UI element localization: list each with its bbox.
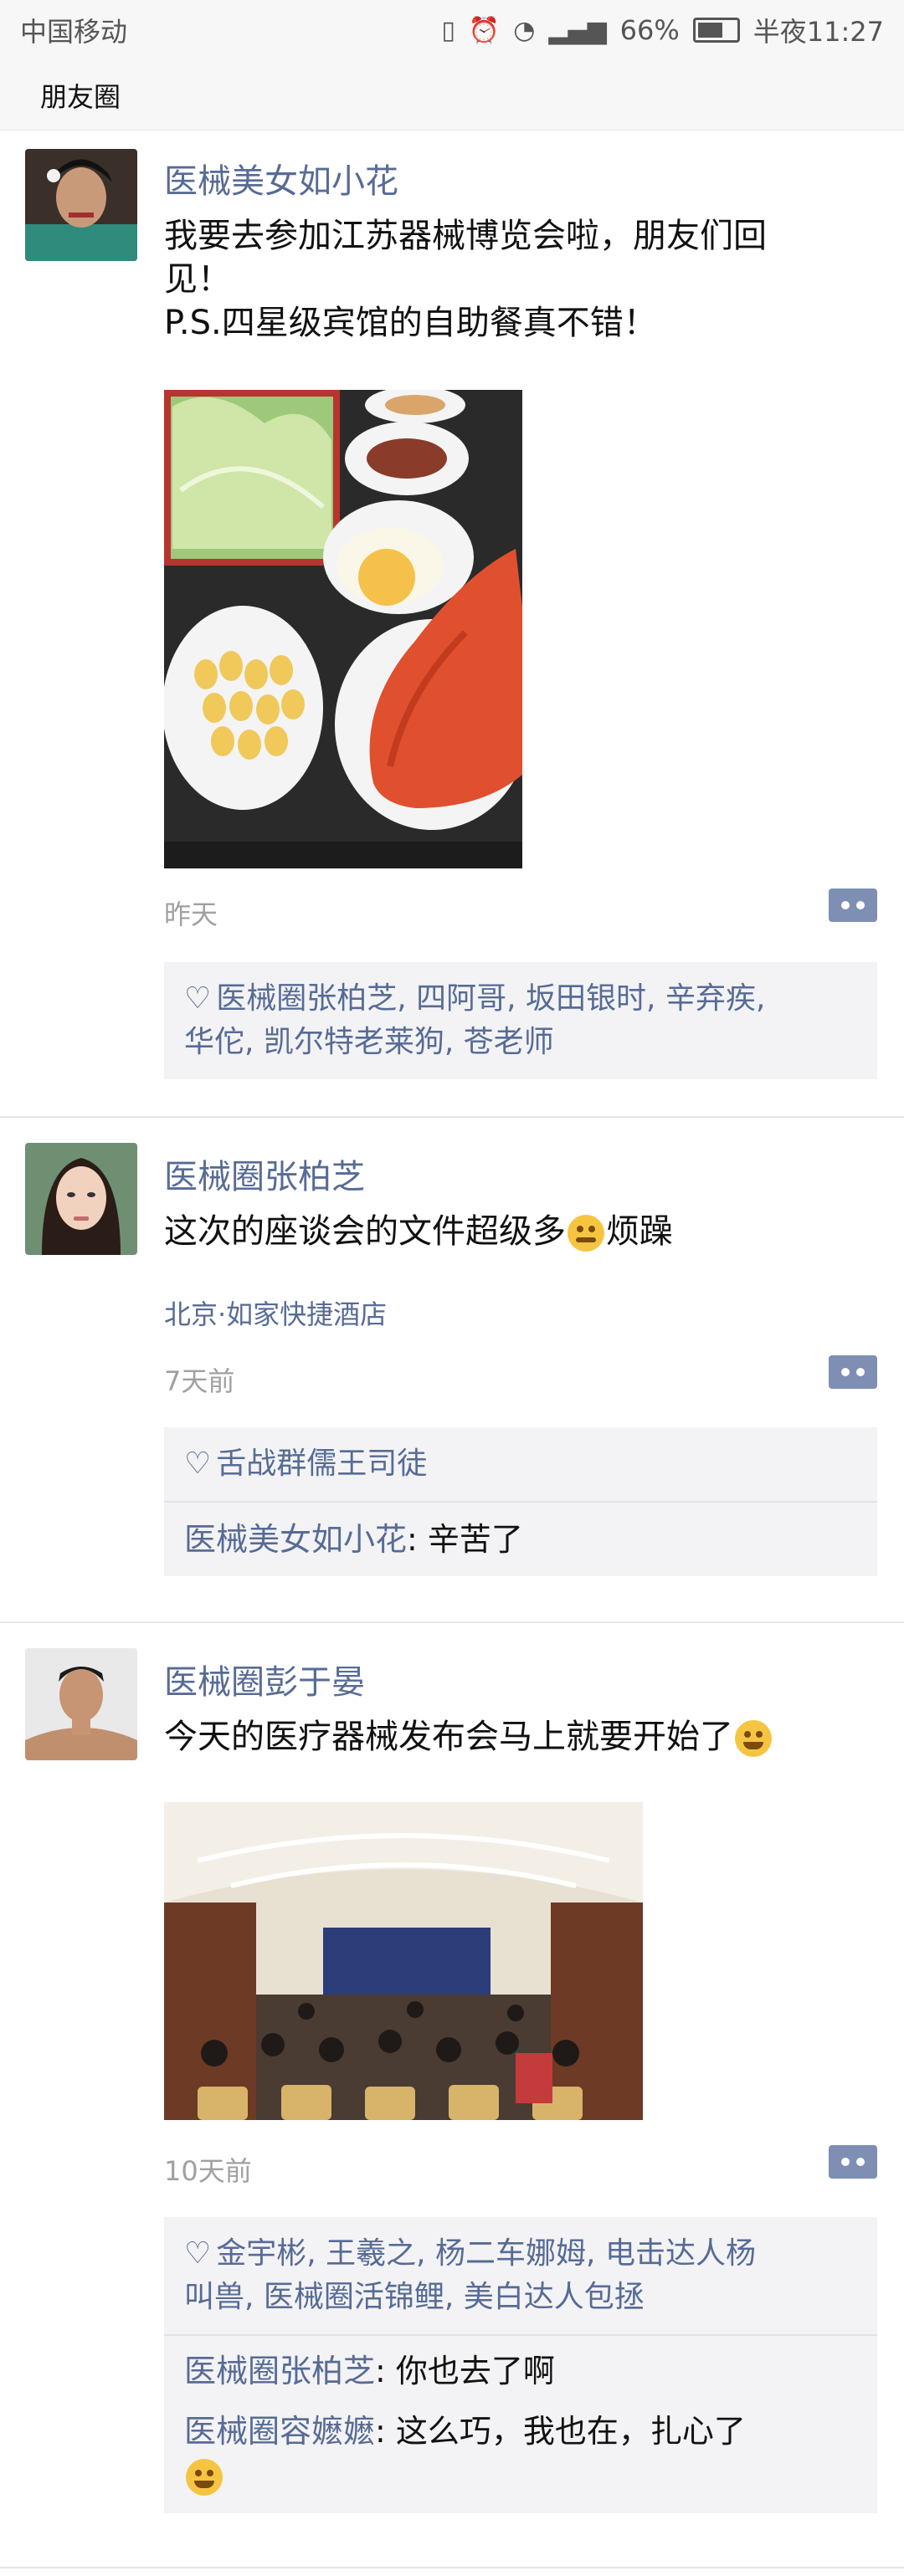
grin-emoji-icon (186, 2458, 223, 2496)
avatar[interactable] (25, 1143, 137, 1255)
battery-icon (692, 18, 740, 43)
comment-author[interactable]: 医械圈张柏芝 (184, 2353, 375, 2389)
post-text-after: 烦躁 (606, 1212, 673, 1251)
likes-text[interactable]: 华佗, 凯尔特老莱狗, 苍老师 (184, 1021, 857, 1064)
comment-separator: : (375, 2353, 396, 2389)
poster-name[interactable]: 医械圈彭于晏 (164, 1655, 365, 1703)
post-time: 7天前 (164, 1365, 235, 1397)
post-text-line: 见！ (164, 260, 231, 299)
likes-panel: ♡ 医械圈张柏芝, 四阿哥, 坂田银时, 辛弃疾, 华佗, 凯尔特老莱狗, 苍老师 (164, 962, 877, 1079)
alarm-icon: ⏰ (468, 15, 501, 45)
heart-icon: ♡ (184, 1447, 212, 1481)
comments-panel: ♡ 金宇彬, 王羲之, 杨二车娜姆, 电击达人杨 叫兽, 医械圈活锦鲤, 美白达人… (164, 2217, 877, 2513)
more-button[interactable] (829, 889, 877, 922)
status-bar: 中国移动 ▯ ⏰ ◔ ▂▄▆ 66% 半夜11:27 (0, 0, 904, 60)
vibrate-icon: ▯ (441, 15, 455, 45)
comment-separator: : (375, 2413, 396, 2450)
post-text-main: 这次的座谈会的文件超级多 (164, 1212, 566, 1251)
moment-post: 医械美女如小花 我要去参加江苏器械博览会啦，朋友们回 见！ P.S.四星级宾馆的… (0, 131, 904, 1118)
post-text-line: 我要去参加江苏器械博览会啦，朋友们回 (164, 217, 767, 255)
post-text-main: 今天的医疗器械发布会马上就要开始了 (164, 1718, 733, 1756)
grin-emoji-icon (735, 1720, 772, 1757)
post-text: 这次的座谈会的文件超级多 烦躁 (164, 1210, 867, 1253)
post-text: 我要去参加江苏器械博览会啦，朋友们回 见！ P.S.四星级宾馆的自助餐真不错！ (164, 214, 867, 345)
moment-post: 医械圈彭于晏 今天的医疗器械发布会马上就要开始了 10天前 ♡ 金宇彬, 王羲之… (0, 1623, 904, 2568)
comment-item[interactable]: 医械美女如小花: 辛苦了 (164, 1503, 877, 1576)
moment-post: 医械圈张柏芝 这次的座谈会的文件超级多 烦躁 北京·如家快捷酒店 7天前 ♡ 舌战群… (0, 1118, 904, 1623)
comment-author[interactable]: 医械美女如小花 (184, 1521, 407, 1558)
likes-list: ♡ 舌战群儒王司徒 (164, 1427, 877, 1501)
carrier-label: 中国移动 (20, 16, 128, 48)
likes-list: ♡ 金宇彬, 王羲之, 杨二车娜姆, 电击达人杨 叫兽, 医械圈活锦鲤, 美白达人… (164, 2217, 877, 2334)
location-link[interactable]: 北京·如家快捷酒店 (164, 1293, 387, 1332)
comments-panel: ♡ 舌战群儒王司徒 医械美女如小花: 辛苦了 (164, 1427, 877, 1576)
post-time: 10天前 (164, 2155, 252, 2187)
more-button[interactable] (829, 1355, 877, 1389)
comment-text: 这么巧，我也在，扎心了 (395, 2413, 746, 2450)
heart-icon: ♡ (184, 2236, 212, 2271)
battery-percent: 66% (619, 14, 680, 46)
comment-item[interactable]: 医械圈容嬷嬷: 这么巧，我也在，扎心了 (164, 2401, 877, 2513)
comment-author[interactable]: 医械圈容嬷嬷 (184, 2413, 375, 2450)
heart-icon: ♡ (184, 981, 212, 1016)
likes-text[interactable]: 叫兽, 医械圈活锦鲤, 美白达人包拯 (184, 2276, 857, 2319)
post-photo-conference[interactable] (164, 1802, 643, 2120)
status-icons: ▯ ⏰ ◔ ▂▄▆ 66% 半夜11:27 (441, 11, 884, 49)
dizzy-emoji-icon (568, 1215, 604, 1252)
comment-text: 辛苦了 (427, 1521, 523, 1558)
signal-icon: ▂▄▆ (548, 15, 607, 45)
avatar[interactable] (25, 1648, 137, 1760)
comment-text: 你也去了啊 (395, 2353, 555, 2389)
page-header: 朋友圈 (0, 60, 904, 131)
more-button[interactable] (829, 2145, 877, 2179)
avatar[interactable] (25, 149, 137, 261)
clock: 半夜11:27 (752, 16, 884, 48)
post-photo-buffet[interactable] (164, 390, 522, 868)
wifi-icon: ◔ (513, 15, 536, 45)
likes-text[interactable]: 医械圈张柏芝, 四阿哥, 坂田银时, 辛弃疾, (216, 981, 765, 1016)
page-title: 朋友圈 (40, 80, 121, 113)
likes-text[interactable]: 金宇彬, 王羲之, 杨二车娜姆, 电击达人杨 (216, 2236, 756, 2271)
post-text-line: P.S.四星级宾馆的自助餐真不错！ (164, 304, 657, 342)
poster-name[interactable]: 医械美女如小花 (164, 154, 398, 202)
comment-item[interactable]: 医械圈张柏芝: 你也去了啊 (164, 2336, 877, 2401)
comment-separator: : (407, 1521, 428, 1558)
likes-text[interactable]: 舌战群儒王司徒 (216, 1447, 427, 1481)
likes-list: ♡ 医械圈张柏芝, 四阿哥, 坂田银时, 辛弃疾, 华佗, 凯尔特老莱狗, 苍老师 (164, 962, 877, 1079)
poster-name[interactable]: 医械圈张柏芝 (164, 1150, 365, 1198)
post-text: 今天的医疗器械发布会马上就要开始了 (164, 1715, 867, 1759)
post-time: 昨天 (164, 899, 218, 930)
